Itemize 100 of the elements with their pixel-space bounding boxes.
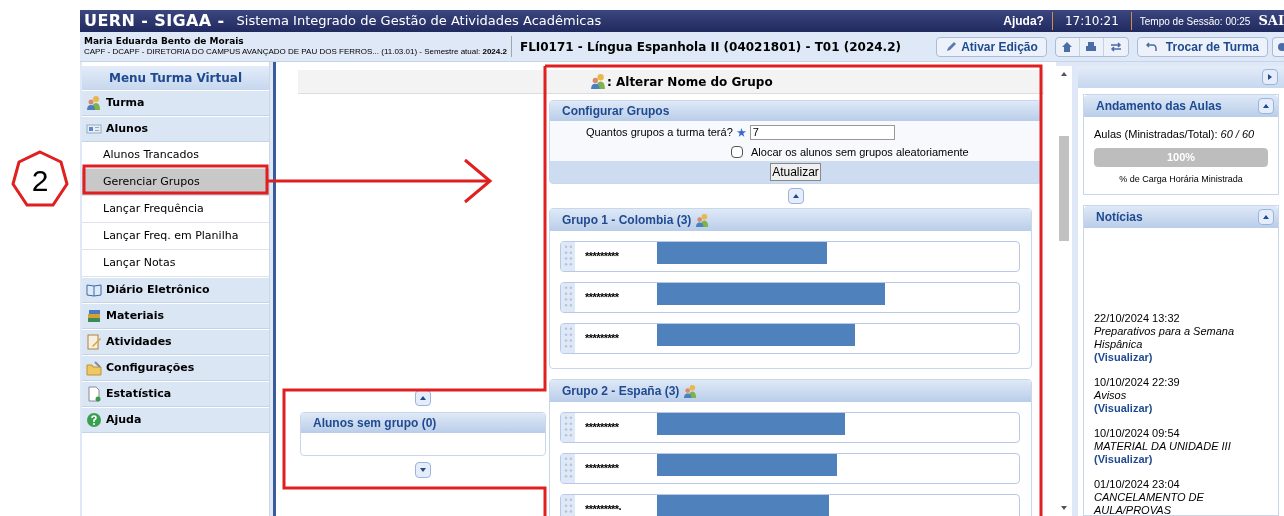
masked-name: ********* <box>585 331 620 347</box>
menu-section[interactable]: Turma <box>82 91 269 116</box>
news-link[interactable]: (Visualizar) <box>1094 351 1153 363</box>
logout-link[interactable]: SAI <box>1258 11 1284 31</box>
required-star-icon <box>736 127 746 137</box>
drag-handle-icon <box>561 324 575 353</box>
id-card-icon <box>86 121 102 137</box>
sidebar-title: Menu Turma Virtual <box>82 66 269 90</box>
member-card[interactable]: ********* <box>560 323 1020 354</box>
news-date: 01/10/2024 23:04 <box>1094 478 1181 491</box>
member-card[interactable]: *********· <box>560 494 1020 516</box>
menu-item[interactable]: Gerenciar Grupos <box>82 169 269 196</box>
group-count-field[interactable]: 7 <box>749 124 895 140</box>
news-title: Preparativos para a Semana Hispânica <box>1094 325 1236 351</box>
drag-handle-icon <box>561 413 575 442</box>
masked-name: ********* <box>585 461 620 477</box>
menu-section[interactable]: Materiais <box>82 304 269 329</box>
news-date: 10/10/2024 22:39 <box>1094 376 1181 389</box>
edit-button[interactable]: Ativar Edição <box>936 36 1047 57</box>
config-title: Configurar Grupos <box>550 101 1041 121</box>
panel-title: Andamento das Aulas <box>1096 98 1222 115</box>
switch-class-button[interactable]: Trocar de Turma <box>1136 36 1268 57</box>
menu-section-label: Materiais <box>106 307 165 324</box>
collapse-button[interactable] <box>1258 209 1274 225</box>
menu-section[interactable]: Estatística <box>82 382 269 407</box>
group-title: Grupo 2 - España (3) <box>562 383 680 400</box>
group-title: Grupo 1 - Colombia (3) <box>562 212 692 229</box>
news-title: MATERIAL DA UNIDADE III <box>1094 440 1232 453</box>
scroll-up-arrow-icon <box>1060 70 1068 78</box>
masked-name: *********· <box>585 502 623 516</box>
pencil-icon <box>945 40 958 53</box>
masked-name: ********* <box>585 249 620 265</box>
swap-arrows-icon <box>1109 40 1122 53</box>
help-icon <box>86 412 102 428</box>
field-label: Quantos grupos a turma terá? <box>586 124 733 140</box>
system-name: UERN - SIGAA - <box>84 10 225 32</box>
caret-down-icon <box>419 466 427 474</box>
document-icon <box>86 386 102 402</box>
member-card[interactable]: ********* <box>560 282 1020 313</box>
menu-section[interactable]: Diário Eletrônico <box>82 278 269 303</box>
menu-section-label: Estatística <box>106 385 172 402</box>
books-icon <box>86 308 102 324</box>
home-icon <box>1061 40 1074 53</box>
caret-up-icon <box>791 192 800 200</box>
progress-caption: % de Carga Horária Ministrada <box>1118 172 1244 186</box>
member-card[interactable]: ********* <box>560 412 1020 443</box>
caret-up-icon <box>419 394 427 402</box>
progress-percent: 100% <box>1165 149 1197 165</box>
people-icon <box>86 95 102 111</box>
printer-icon <box>1085 40 1098 53</box>
settings-icon <box>1276 40 1284 53</box>
scrollbar-thumb[interactable] <box>1059 136 1069 241</box>
menu-section-label: Turma <box>106 94 145 111</box>
menu-section-label: Alunos <box>106 120 149 137</box>
caret-right-icon <box>1266 73 1274 81</box>
member-card[interactable]: ********* <box>560 453 1020 484</box>
random-checkbox[interactable] <box>731 146 743 158</box>
menu-section-label: Atividades <box>106 333 172 350</box>
collapse-button[interactable] <box>1258 98 1274 114</box>
clock: 17:10:21 <box>1052 12 1132 30</box>
menu-section[interactable]: Configurações <box>82 356 269 381</box>
help-link[interactable]: Ajuda? <box>1003 12 1053 30</box>
group-icon <box>590 73 607 90</box>
legend-text: : Alterar Nome do Grupo <box>607 73 773 91</box>
menu-section-label: Ajuda <box>106 411 142 428</box>
menu-section[interactable]: Alunos <box>82 117 269 142</box>
news-link[interactable]: (Visualizar) <box>1094 453 1153 465</box>
drag-handle-icon <box>561 283 575 312</box>
menu-section-label: Diário Eletrônico <box>106 281 210 298</box>
callout-badge: 2 <box>11 150 69 210</box>
news-title: Avisos <box>1094 389 1128 402</box>
drag-handle-icon <box>561 495 575 516</box>
update-button[interactable]: Atualizar <box>770 163 821 181</box>
drag-handle-icon <box>561 454 575 483</box>
session-time: Tempo de Sessão: 00:25 <box>1138 14 1252 29</box>
member-card[interactable]: ********* <box>560 241 1020 272</box>
collapse-button[interactable] <box>787 188 804 204</box>
group-icon <box>683 383 699 399</box>
return-arrow-icon <box>1145 40 1158 53</box>
news-link[interactable]: (Visualizar) <box>1094 402 1153 414</box>
expand-panel-button[interactable] <box>1262 69 1278 85</box>
checkbox-label: Alocar os alunos sem grupos aleatoriamente <box>751 144 969 160</box>
panel-title: Notícias <box>1096 209 1143 226</box>
notepad-icon <box>86 334 102 350</box>
user-unit: CAPF - DCAPF - DIRETORIA DO CAMPUS AVANÇADO DE PAU DOS FERROS... (11.03.01) - Semestre atual: 2024.2 <box>84 47 507 58</box>
caret-up-icon <box>1262 213 1270 221</box>
scroll-down-button[interactable] <box>415 462 431 478</box>
news-date: 10/10/2024 09:54 <box>1094 427 1181 440</box>
system-title: Sistema Integrado de Gestão de Atividades Acadêmicas <box>236 12 602 31</box>
course-title: FLI0171 - Língua Espanhola II (04021801) - T01 (2024.2) <box>519 38 901 56</box>
settings-button[interactable] <box>1272 36 1284 57</box>
unassigned-title: Alunos sem grupo (0) <box>301 413 545 433</box>
class-count: Aulas (Ministradas/Total): 60 / 60 <box>1093 127 1256 142</box>
book-icon <box>86 282 102 298</box>
group-icon <box>695 212 711 228</box>
scroll-down-arrow-icon <box>1060 504 1068 512</box>
masked-name: ********* <box>585 420 620 436</box>
menu-section[interactable]: Atividades <box>82 330 269 355</box>
menu-section[interactable]: Ajuda <box>82 408 269 433</box>
user-name: Maria Eduarda Bento de Morais <box>84 35 245 48</box>
